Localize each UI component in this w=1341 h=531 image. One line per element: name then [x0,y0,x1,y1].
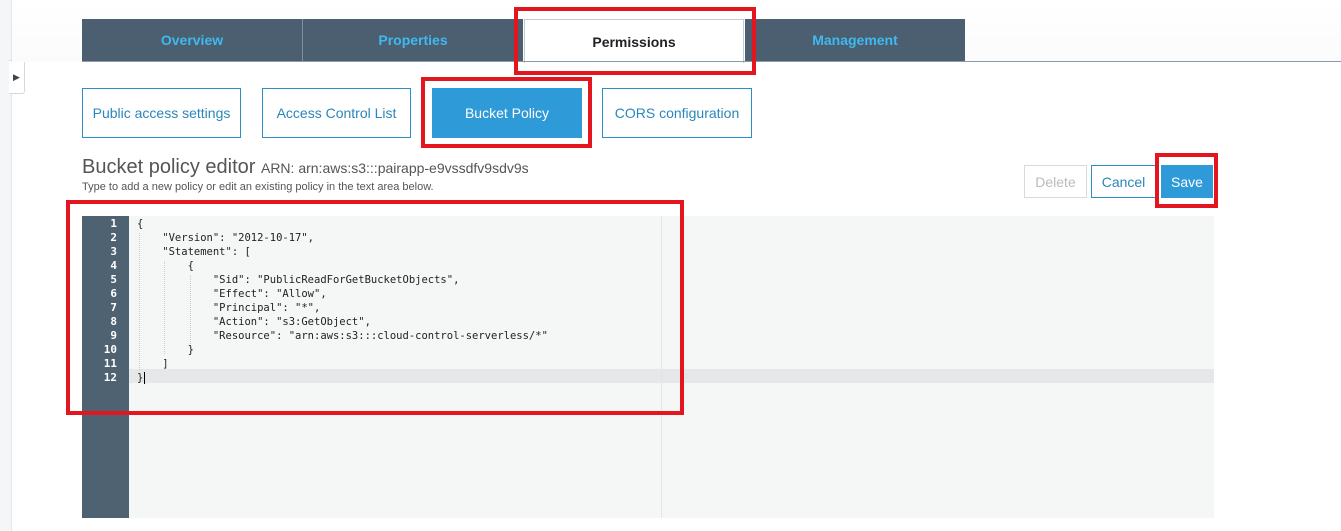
cancel-button[interactable]: Cancel [1091,165,1156,198]
line-number: 1 [110,217,117,230]
caret-right-icon: ▶ [13,71,20,82]
bucket-arn: ARN: arn:aws:s3:::pairapp-e9vssdfv9sdv9s [260,160,529,176]
editor-help-text: Type to add a new policy or edit an exis… [82,181,434,193]
text-cursor [144,372,146,384]
subtab-access-control-list[interactable]: Access Control List [262,88,411,138]
code-line[interactable]: "Principal": "*", [137,301,320,315]
code-line[interactable]: { [137,217,143,231]
policy-code-editor[interactable]: 1 {2 "Version": "2012-10-17", 3 "Statement… [82,216,1214,518]
tab-properties[interactable]: Properties [303,19,523,61]
line-number: 6 [110,287,117,300]
subtab-bucket-policy[interactable]: Bucket Policy [432,88,582,138]
code-line[interactable]: } [137,371,146,385]
delete-button[interactable]: Delete [1024,165,1087,198]
line-number: 2 [110,231,117,244]
code-line[interactable]: } [137,343,194,357]
code-line[interactable]: "Action": "s3:GetObject", [137,315,371,329]
line-number: 9 [110,329,117,342]
line-number: 11 [103,357,117,370]
line-number: 12 [103,371,117,384]
line-number: 8 [110,315,117,328]
page-title: Bucket policy editor ARN: arn:aws:s3:::p… [82,156,529,179]
save-button[interactable]: Save [1161,165,1213,198]
code-line[interactable]: "Version": "2012-10-17", [137,231,314,245]
code-line[interactable]: "Resource": "arn:aws:s3:::cloud-control-… [137,329,548,343]
code-line[interactable]: "Sid": "PublicReadForGetBucketObjects", [137,273,460,287]
code-line[interactable]: { [137,259,194,273]
line-number: 10 [103,343,117,356]
editor-title: Bucket policy editor [82,156,256,178]
line-number: 7 [110,301,117,314]
active-line-highlight [129,369,1214,383]
line-number: 5 [110,273,117,286]
panel-toggle-button[interactable]: ▶ [9,60,25,94]
line-number: 4 [110,259,117,272]
line-number: 3 [110,245,117,258]
tab-overview[interactable]: Overview [82,19,302,61]
code-line[interactable]: "Effect": "Allow", [137,287,327,301]
tabs-baseline [82,61,1341,62]
print-margin [661,216,662,518]
subtab-cors-configuration[interactable]: CORS configuration [602,88,752,138]
code-line[interactable]: ] [137,357,168,371]
code-line[interactable]: "Statement": [ [137,245,251,259]
tab-management[interactable]: Management [745,19,965,61]
subtab-public-access-settings[interactable]: Public access settings [82,88,241,138]
tab-permissions[interactable]: Permissions [524,19,744,63]
